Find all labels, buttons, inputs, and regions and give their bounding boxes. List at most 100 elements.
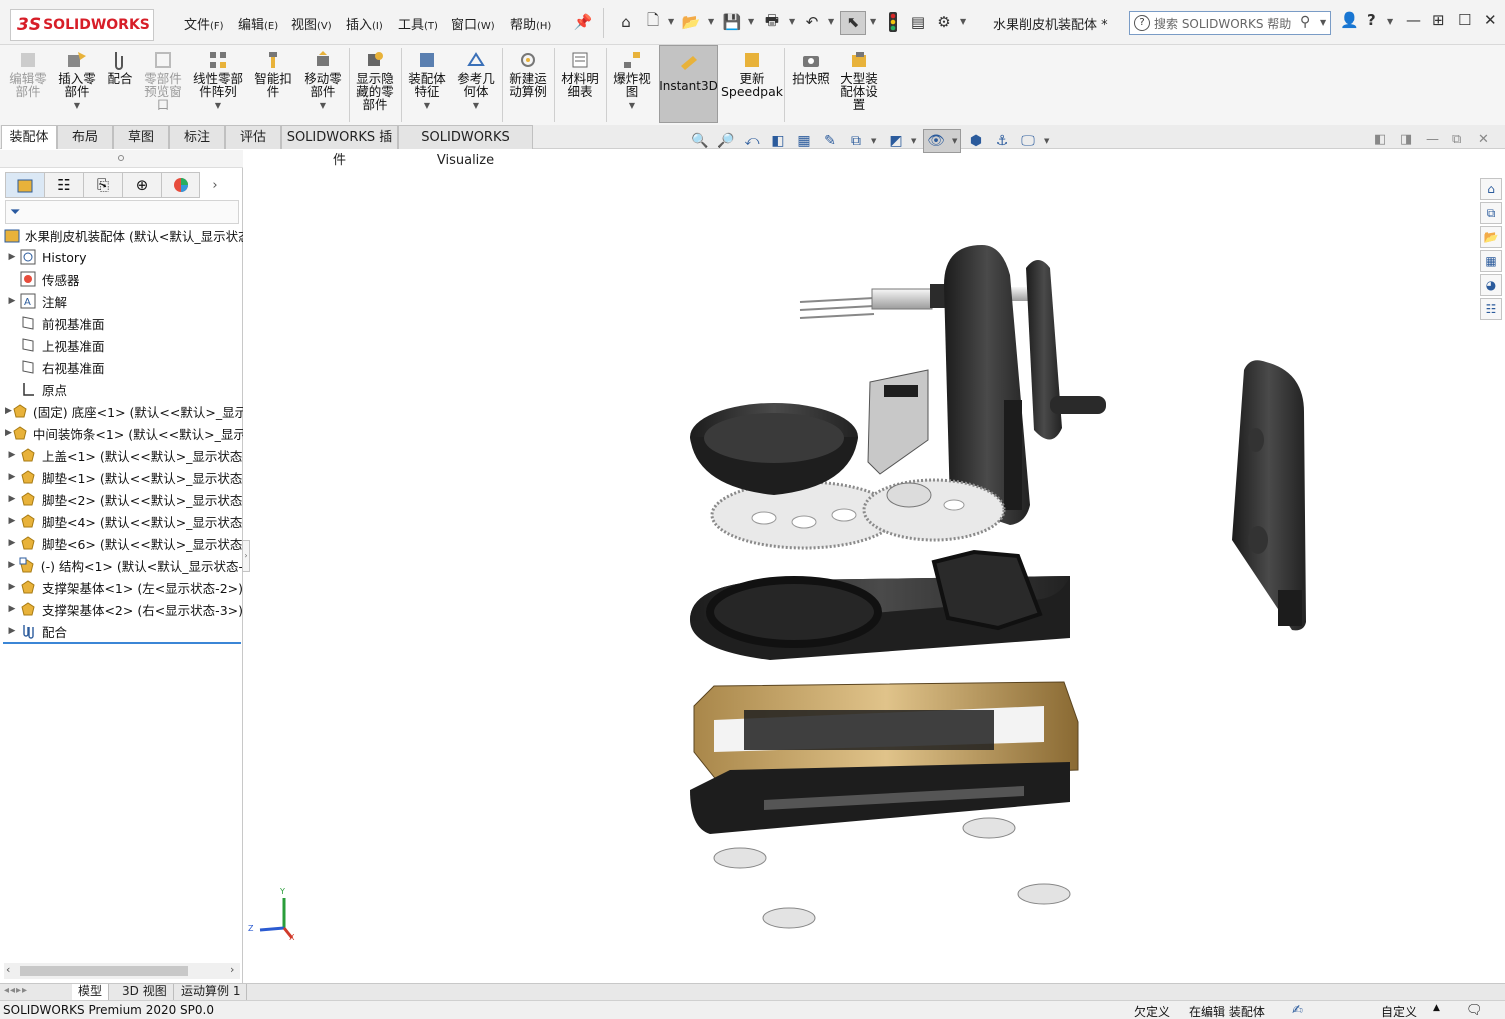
linear-pattern-button[interactable]: 线性零部 件阵列 ▼ [190, 45, 246, 125]
file-properties-icon[interactable]: ▤ [908, 12, 928, 32]
feature-manager-tab-icon[interactable] [5, 172, 44, 198]
tree-item[interactable]: ▶ 脚垫<2> (默认<<默认>_显示状态 [0, 488, 243, 510]
viewport-restore-icon[interactable]: ⧉ [1452, 132, 1461, 147]
tab-markup[interactable]: 标注 [169, 125, 225, 149]
tab-evaluate[interactable]: 评估 [225, 125, 281, 149]
tree-item[interactable]: 右视基准面 [0, 356, 243, 378]
tree-item[interactable]: ▶ 脚垫<4> (默认<<默认>_显示状态 [0, 510, 243, 532]
small-gear-part[interactable] [862, 478, 1006, 542]
chevron-down-icon[interactable]: ▼ [871, 137, 876, 145]
tab-3d-views[interactable]: 3D 视图 [116, 984, 174, 1000]
configuration-manager-tab-icon[interactable]: ⎘ [83, 172, 122, 198]
mate-button[interactable]: 配合 [104, 45, 136, 125]
taskpane-custom-properties-icon[interactable]: ☷ [1480, 298, 1502, 320]
tree-item[interactable]: 前视基准面 [0, 312, 243, 334]
scroll-right-icon[interactable]: › [230, 963, 234, 976]
take-snapshot-button[interactable]: 拍快照 [788, 45, 834, 125]
menu-edit[interactable]: 编辑(E) [238, 14, 278, 33]
tree-item[interactable]: ▶ 脚垫<1> (默认<<默认>_显示状态 [0, 466, 243, 488]
tab-model[interactable]: 模型 [72, 984, 110, 1000]
move-component-button[interactable]: 移动零 部件 ▼ [300, 45, 346, 125]
tree-item[interactable]: ▶ History [0, 246, 243, 268]
peeler-blade-part[interactable] [867, 369, 929, 475]
component-preview-button[interactable]: 零部件 预览窗 口 [140, 45, 186, 125]
expand-arrow-icon[interactable]: ▶ [5, 450, 19, 460]
print-icon[interactable]: 🖶 [762, 11, 782, 32]
chevron-down-icon[interactable]: ▼ [789, 17, 795, 26]
display-manager-tab-icon[interactable] [161, 172, 200, 198]
chevron-down-icon[interactable]: ▼ [424, 99, 430, 112]
tree-filter-input[interactable]: ⏷ [5, 200, 239, 224]
update-speedpak-button[interactable]: 更新 Speedpak [721, 45, 783, 125]
bill-of-materials-button[interactable]: 材料明 细表 [557, 45, 603, 125]
dimxpert-tab-icon[interactable]: ⊕ [122, 172, 161, 198]
base-part[interactable] [690, 762, 1070, 834]
tree-item[interactable]: ▶ 支撑架基体<2> (右<显示状态-3>) [0, 598, 243, 620]
chevron-up-icon[interactable]: ▲ [1433, 1003, 1440, 1013]
home-icon[interactable]: ⌂ [616, 12, 636, 32]
reference-geometry-button[interactable]: 参考几 何体 ▼ [453, 45, 499, 125]
tree-item[interactable]: ▶ 中间装饰条<1> (默认<<默认>_显示 [0, 422, 243, 444]
support-frame-right-part[interactable] [1232, 360, 1306, 631]
crank-arm-part[interactable] [1026, 260, 1106, 440]
options-gear-icon[interactable]: ⚙ [934, 12, 954, 32]
tree-item[interactable]: 传感器 [0, 268, 243, 290]
chevron-down-icon[interactable]: ▼ [74, 99, 80, 112]
solidworks-logo[interactable]: 3S SOLIDWORKS [10, 9, 154, 41]
section-view-icon[interactable]: ◧ [768, 131, 788, 151]
viewport-prev-icon[interactable]: ◧ [1374, 132, 1386, 147]
tree-item[interactable]: ▶ 支撑架基体<1> (左<显示状态-2>) [0, 576, 243, 598]
tree-item[interactable]: ▶ 上盖<1> (默认<<默认>_显示状态 [0, 444, 243, 466]
previous-view-icon[interactable]: ⤺ [742, 131, 762, 151]
chevron-down-icon[interactable]: ▼ [870, 17, 876, 26]
expand-arrow-icon[interactable]: ▶ [5, 516, 19, 526]
open-file-icon[interactable]: 📂 [681, 12, 701, 32]
scrollbar-thumb[interactable] [20, 966, 188, 976]
chevron-down-icon[interactable]: ▼ [629, 99, 635, 112]
tree-item[interactable]: ▶ (固定) 底座<1> (默认<<默认>_显示 [0, 400, 243, 422]
pin-icon[interactable]: 📌 [573, 12, 593, 32]
viewport-next-icon[interactable]: ◨ [1400, 132, 1412, 147]
tab-sketch[interactable]: 草图 [113, 125, 169, 149]
minimize-window-icon[interactable]: — [1406, 11, 1421, 29]
taskpane-home-icon[interactable]: ⌂ [1480, 178, 1502, 200]
undo-icon[interactable]: ↶ [802, 12, 822, 32]
apply-scene-icon[interactable]: ⚓ [992, 131, 1012, 151]
chevron-down-icon[interactable]: ▼ [1320, 18, 1326, 27]
menu-window[interactable]: 窗口(W) [451, 14, 495, 33]
peeler-bowl-part[interactable] [690, 403, 858, 495]
expand-arrow-icon[interactable]: ▶ [5, 252, 19, 262]
expand-arrow-icon[interactable]: ▶ [5, 582, 19, 592]
menu-insert[interactable]: 插入(I) [346, 14, 383, 33]
display-style-icon[interactable]: ◩ [886, 131, 906, 151]
insert-component-button[interactable]: 插入零 部件 ▼ [54, 45, 100, 125]
hide-show-items-icon[interactable]: 👁 [926, 131, 946, 151]
rebuild-traffic-light-icon[interactable] [883, 12, 903, 32]
edit-component-button[interactable]: 编辑零 部件 [6, 45, 50, 125]
expand-arrow-icon[interactable]: ▶ [5, 428, 12, 438]
chevron-down-icon[interactable]: ▼ [1387, 17, 1393, 26]
top-cover-part[interactable] [690, 549, 1070, 660]
foot-pad-part[interactable] [713, 817, 1071, 929]
chevron-down-icon[interactable]: ▼ [952, 137, 957, 145]
expand-arrow-icon[interactable]: ▶ [5, 626, 19, 636]
tree-item[interactable]: 上视基准面 [0, 334, 243, 356]
tile-window-icon[interactable]: ⊞ [1432, 11, 1445, 29]
expand-arrow-icon[interactable]: ▶ [5, 538, 19, 548]
chevron-down-icon[interactable]: ▼ [960, 17, 966, 26]
taskpane-design-library-icon[interactable]: ⧉ [1480, 202, 1502, 224]
tab-solidworks-visualize[interactable]: SOLIDWORKS Visualize [398, 125, 533, 168]
chevron-down-icon[interactable]: ▼ [668, 17, 674, 26]
user-account-icon[interactable]: 👤 [1340, 11, 1359, 29]
taskpane-appearances-icon[interactable]: ◕ [1480, 274, 1502, 296]
tooltip-toggle-icon[interactable]: 🗨 [1466, 1003, 1483, 1018]
show-hidden-components-button[interactable]: 显示隐 藏的零 部件 [352, 45, 398, 125]
units-selector[interactable]: 自定义 [1381, 1003, 1417, 1019]
chevron-down-icon[interactable]: ▼ [708, 17, 714, 26]
menu-help[interactable]: 帮助(H) [510, 14, 551, 33]
taskpane-view-palette-icon[interactable]: ▦ [1480, 250, 1502, 272]
select-cursor-icon[interactable]: ⬉ [843, 12, 863, 32]
zoom-to-area-icon[interactable]: 🔎 [716, 131, 736, 151]
viewport-close-icon[interactable]: ✕ [1478, 132, 1489, 147]
help-icon[interactable]: ? [1367, 11, 1376, 29]
